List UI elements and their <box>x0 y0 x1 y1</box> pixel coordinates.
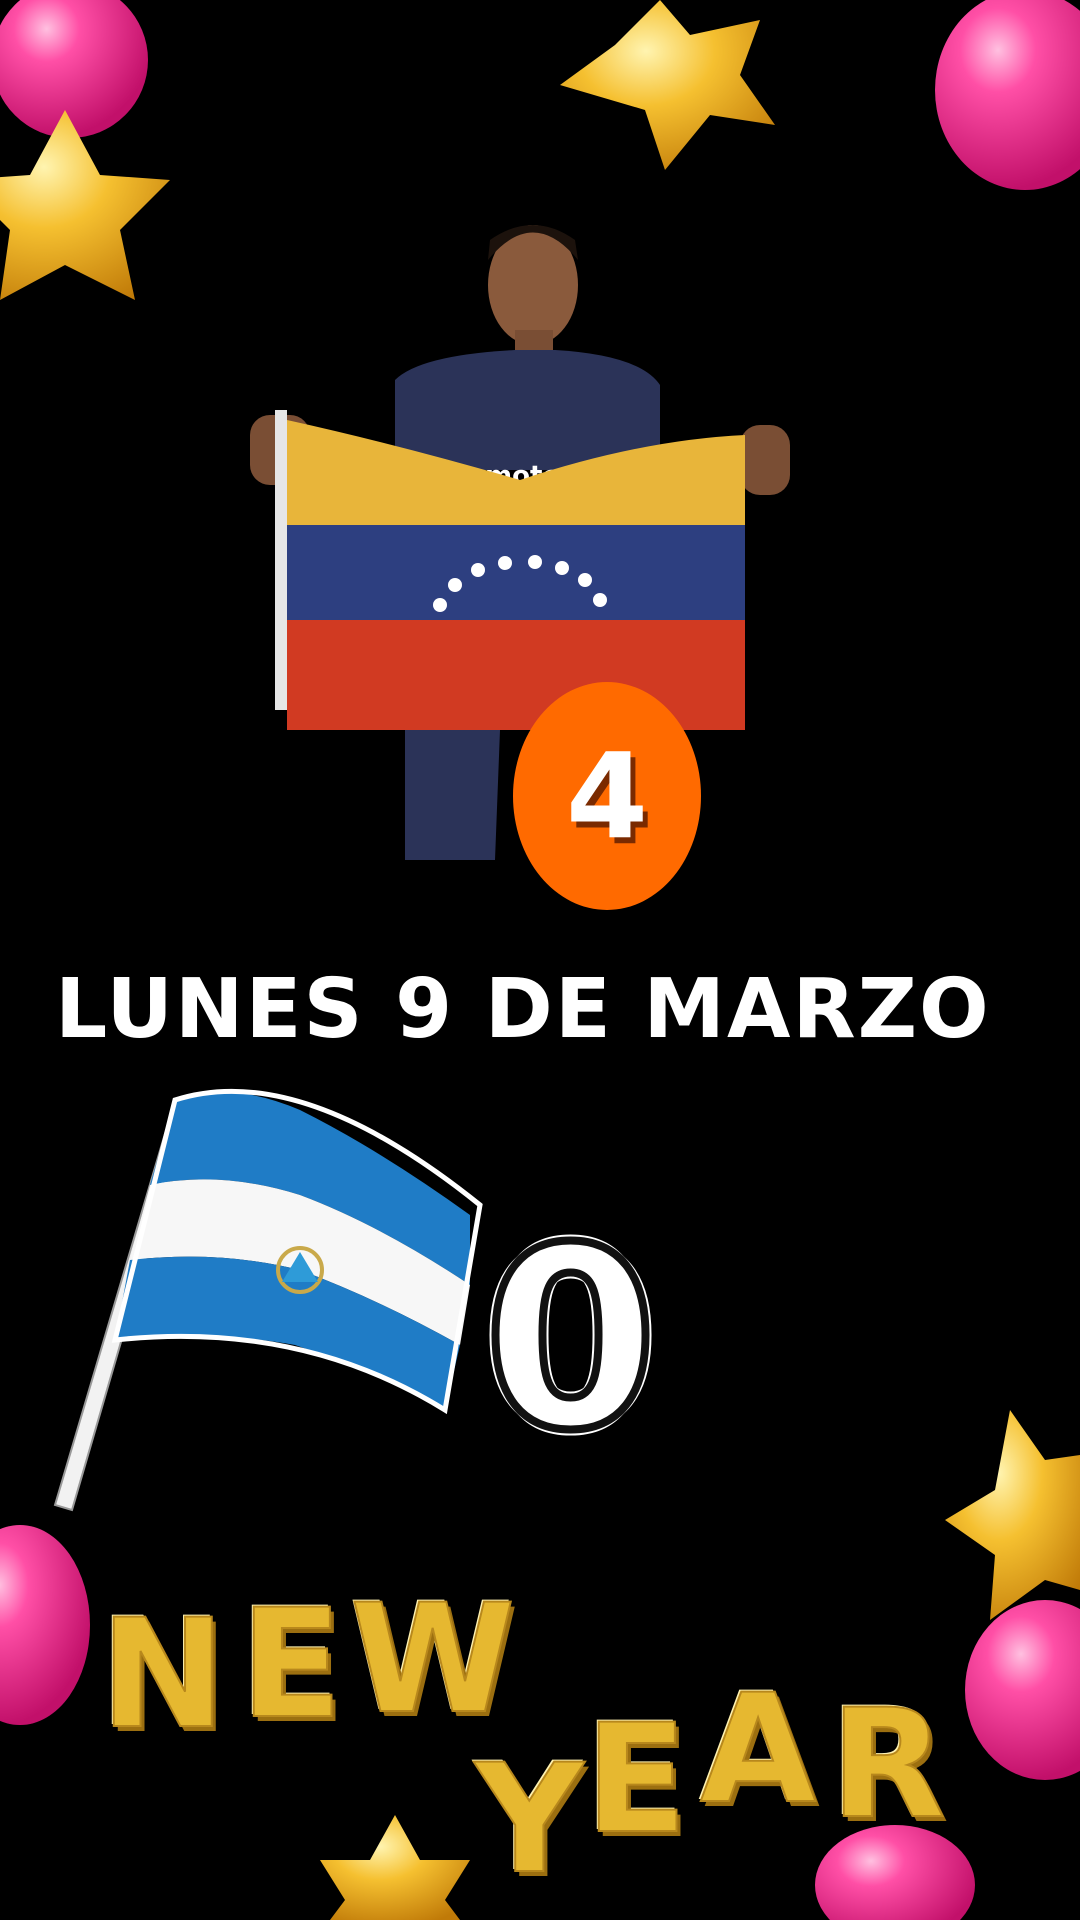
new-year-letter: E <box>239 1578 343 1752</box>
balloon-icon <box>0 0 148 138</box>
balloon-icon <box>0 1525 90 1725</box>
balloon-icon <box>935 0 1080 190</box>
score-badge-bottom: 0 <box>480 1200 662 1480</box>
new-year-letter: W <box>349 1573 516 1747</box>
balloon-icon <box>965 1600 1080 1780</box>
new-year-letter: E <box>584 1693 688 1867</box>
star-balloon-icon <box>0 110 170 300</box>
star-balloon-icon <box>320 1815 470 1920</box>
new-year-letter: Y <box>474 1733 585 1907</box>
new-year-letter: A <box>699 1663 817 1837</box>
star-balloon-icon <box>945 1410 1080 1620</box>
new-year-letter: N <box>99 1588 227 1762</box>
nicaragua-flag-icon <box>53 1088 483 1512</box>
new-year-letter: R <box>829 1678 947 1852</box>
star-balloon-icon <box>560 0 775 170</box>
score-top-value: 4 <box>565 727 649 865</box>
date-text: LUNES 9 DE MARZO <box>55 962 991 1057</box>
score-badge-top: 4 <box>513 682 701 910</box>
score-bottom-value: 0 <box>480 1194 662 1485</box>
